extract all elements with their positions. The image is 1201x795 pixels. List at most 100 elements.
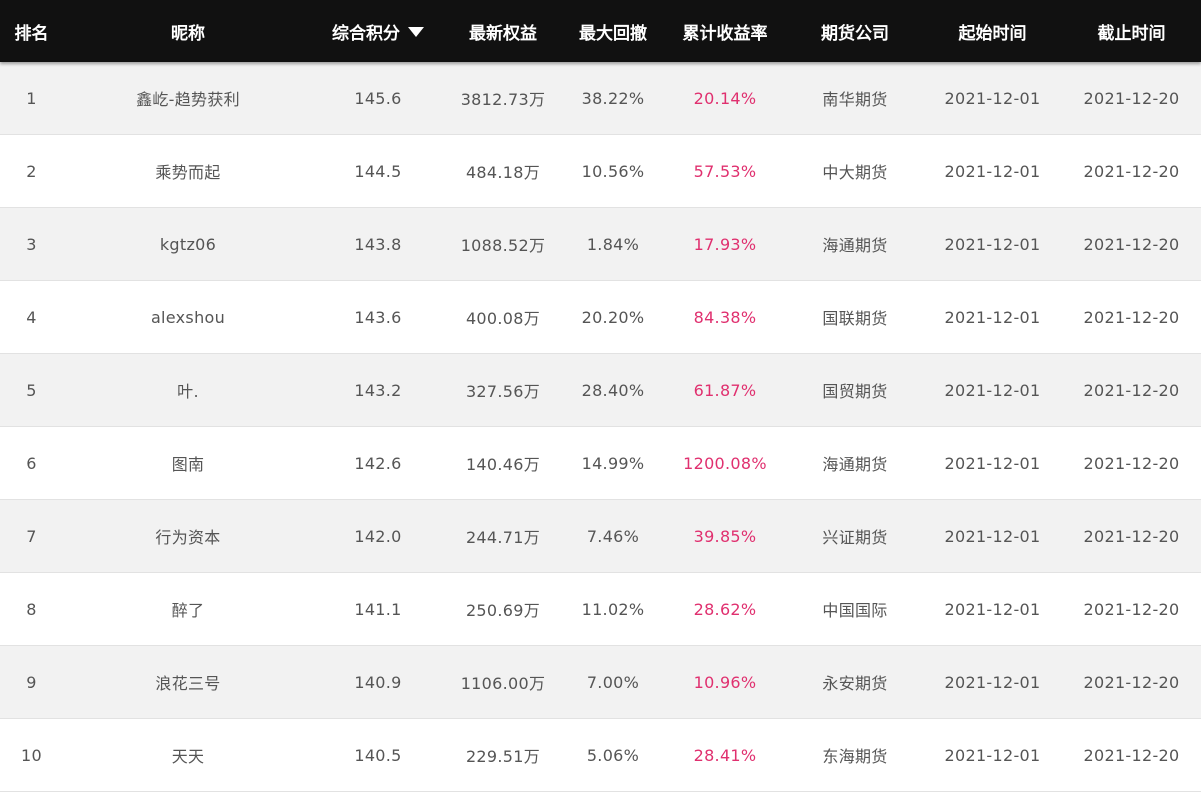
cell-drawdown: 28.40% bbox=[581, 380, 645, 400]
header-return-rate: 累计收益率 bbox=[682, 23, 768, 44]
table-row[interactable]: 9 浪花三号 140.9 1106.00万 7.00% 10.96% 永安期货 2021-12… bbox=[0, 646, 1201, 719]
table-row[interactable]: 8 醉了 141.1 250.69万 11.02% 28.62% 中国国际 2021-12-0… bbox=[0, 573, 1201, 646]
cell-broker: 国贸期货 bbox=[822, 382, 888, 401]
header-broker: 期货公司 bbox=[821, 23, 889, 44]
cell-rank: 2 bbox=[26, 161, 37, 181]
cell-drawdown: 38.22% bbox=[581, 88, 645, 108]
cell-score: 144.5 bbox=[354, 161, 402, 181]
cell-score: 143.2 bbox=[354, 380, 402, 400]
header-rank: 排名 bbox=[14, 23, 49, 44]
cell-start: 2021-12-01 bbox=[944, 745, 1041, 765]
cell-broker: 东海期货 bbox=[822, 747, 888, 766]
cell-nickname: kgtz06 bbox=[159, 234, 217, 254]
cell-drawdown: 20.20% bbox=[581, 307, 645, 327]
cell-start: 2021-12-01 bbox=[944, 161, 1041, 181]
cell-equity: 400.08万 bbox=[465, 309, 541, 328]
cell-return-rate: 10.96% bbox=[693, 672, 757, 692]
cell-return-rate: 28.41% bbox=[693, 745, 757, 765]
ranking-table: 排名 昵称 综合积分 最新权益 最大回撤 累计收益率 期货公司 起始时间 截止时… bbox=[0, 0, 1201, 795]
header-drawdown: 最大回撤 bbox=[579, 23, 647, 44]
cell-nickname: 乘势而起 bbox=[155, 163, 221, 182]
cell-end: 2021-12-20 bbox=[1083, 307, 1180, 327]
cell-nickname: 鑫屹-趋势获利 bbox=[136, 90, 240, 109]
cell-drawdown: 10.56% bbox=[581, 161, 645, 181]
cell-return-rate: 20.14% bbox=[693, 88, 757, 108]
cell-start: 2021-12-01 bbox=[944, 672, 1041, 692]
cell-broker: 海通期货 bbox=[822, 236, 888, 255]
table-row[interactable]: 10 天天 140.5 229.51万 5.06% 28.41% 东海期货 2021-12-0… bbox=[0, 719, 1201, 792]
table-row[interactable]: 6 图南 142.6 140.46万 14.99% 1200.08% 海通期货 2021-12… bbox=[0, 427, 1201, 500]
header-start: 起始时间 bbox=[958, 23, 1027, 44]
cell-rank: 8 bbox=[26, 599, 37, 619]
cell-end: 2021-12-20 bbox=[1083, 745, 1180, 765]
cell-equity: 229.51万 bbox=[465, 747, 541, 766]
cell-broker: 海通期货 bbox=[822, 455, 888, 474]
header-score-label: 综合积分 bbox=[332, 23, 400, 44]
cell-nickname: 图南 bbox=[171, 455, 205, 474]
cell-broker: 中大期货 bbox=[822, 163, 888, 182]
cell-return-rate: 39.85% bbox=[693, 526, 757, 546]
table-row[interactable]: 7 行为资本 142.0 244.71万 7.46% 39.85% 兴证期货 2021-12-… bbox=[0, 500, 1201, 573]
cell-end: 2021-12-20 bbox=[1083, 672, 1180, 692]
header-end: 截止时间 bbox=[1097, 23, 1166, 44]
caret-down-icon bbox=[408, 26, 424, 37]
cell-nickname: 醉了 bbox=[171, 601, 205, 620]
cell-start: 2021-12-01 bbox=[944, 234, 1041, 254]
cell-score: 141.1 bbox=[354, 599, 402, 619]
cell-end: 2021-12-20 bbox=[1083, 234, 1180, 254]
cell-score: 142.6 bbox=[354, 453, 402, 473]
cell-start: 2021-12-01 bbox=[944, 88, 1041, 108]
cell-return-rate: 17.93% bbox=[693, 234, 757, 254]
cell-score: 140.9 bbox=[354, 672, 402, 692]
cell-start: 2021-12-01 bbox=[944, 453, 1041, 473]
cell-broker: 国联期货 bbox=[822, 309, 888, 328]
cell-drawdown: 7.00% bbox=[586, 672, 640, 692]
cell-rank: 3 bbox=[26, 234, 37, 254]
cell-rank: 10 bbox=[21, 745, 42, 765]
cell-end: 2021-12-20 bbox=[1083, 526, 1180, 546]
table-row[interactable]: 3 kgtz06 143.8 1088.52万 1.84% 17.93% 海通期货 2021-… bbox=[0, 208, 1201, 281]
header-equity: 最新权益 bbox=[469, 23, 537, 44]
cell-score: 145.6 bbox=[354, 88, 402, 108]
cell-nickname: 天天 bbox=[171, 747, 205, 766]
cell-nickname: 浪花三号 bbox=[155, 674, 221, 693]
cell-start: 2021-12-01 bbox=[944, 526, 1041, 546]
cell-return-rate: 1200.08% bbox=[683, 453, 767, 473]
cell-drawdown: 14.99% bbox=[581, 453, 645, 473]
table-row[interactable]: 5 叶. 143.2 327.56万 28.40% 61.87% 国贸期货 2021-12-0… bbox=[0, 354, 1201, 427]
cell-rank: 9 bbox=[26, 672, 37, 692]
cell-equity: 1088.52万 bbox=[460, 236, 546, 255]
cell-end: 2021-12-20 bbox=[1083, 453, 1180, 473]
cell-equity: 327.56万 bbox=[465, 382, 541, 401]
cell-equity: 140.46万 bbox=[465, 455, 541, 474]
cell-equity: 244.71万 bbox=[465, 528, 541, 547]
cell-broker: 兴证期货 bbox=[822, 528, 888, 547]
cell-end: 2021-12-20 bbox=[1083, 161, 1180, 181]
cell-score: 143.8 bbox=[354, 234, 402, 254]
cell-equity: 484.18万 bbox=[465, 163, 541, 182]
cell-drawdown: 1.84% bbox=[586, 234, 640, 254]
table-row[interactable]: 2 乘势而起 144.5 484.18万 10.56% 57.53% 中大期货 2021-12… bbox=[0, 135, 1201, 208]
table-body: 1 鑫屹-趋势获利 145.6 3812.73万 38.22% 20.14% 南华期货 202… bbox=[0, 62, 1201, 792]
cell-nickname: 行为资本 bbox=[155, 528, 221, 547]
cell-score: 142.0 bbox=[354, 526, 402, 546]
cell-score: 140.5 bbox=[354, 745, 402, 765]
cell-return-rate: 28.62% bbox=[693, 599, 757, 619]
cell-drawdown: 11.02% bbox=[581, 599, 645, 619]
cell-rank: 4 bbox=[26, 307, 37, 327]
cell-end: 2021-12-20 bbox=[1083, 380, 1180, 400]
cell-rank: 5 bbox=[26, 380, 37, 400]
header-score-sort[interactable]: 综合积分 bbox=[313, 0, 443, 62]
cell-broker: 南华期货 bbox=[822, 90, 888, 109]
cell-equity: 3812.73万 bbox=[460, 90, 546, 109]
table-row[interactable]: 1 鑫屹-趋势获利 145.6 3812.73万 38.22% 20.14% 南华期货 202… bbox=[0, 62, 1201, 135]
cell-start: 2021-12-01 bbox=[944, 599, 1041, 619]
header-nickname: 昵称 bbox=[171, 23, 205, 44]
cell-start: 2021-12-01 bbox=[944, 380, 1041, 400]
cell-equity: 250.69万 bbox=[465, 601, 541, 620]
cell-rank: 7 bbox=[26, 526, 37, 546]
table-row[interactable]: 4 alexshou 143.6 400.08万 20.20% 84.38% 国联期货 202… bbox=[0, 281, 1201, 354]
cell-end: 2021-12-20 bbox=[1083, 88, 1180, 108]
cell-broker: 中国国际 bbox=[822, 601, 888, 620]
table-header: 排名 昵称 综合积分 最新权益 最大回撤 累计收益率 期货公司 起始时间 截止时… bbox=[0, 0, 1201, 62]
